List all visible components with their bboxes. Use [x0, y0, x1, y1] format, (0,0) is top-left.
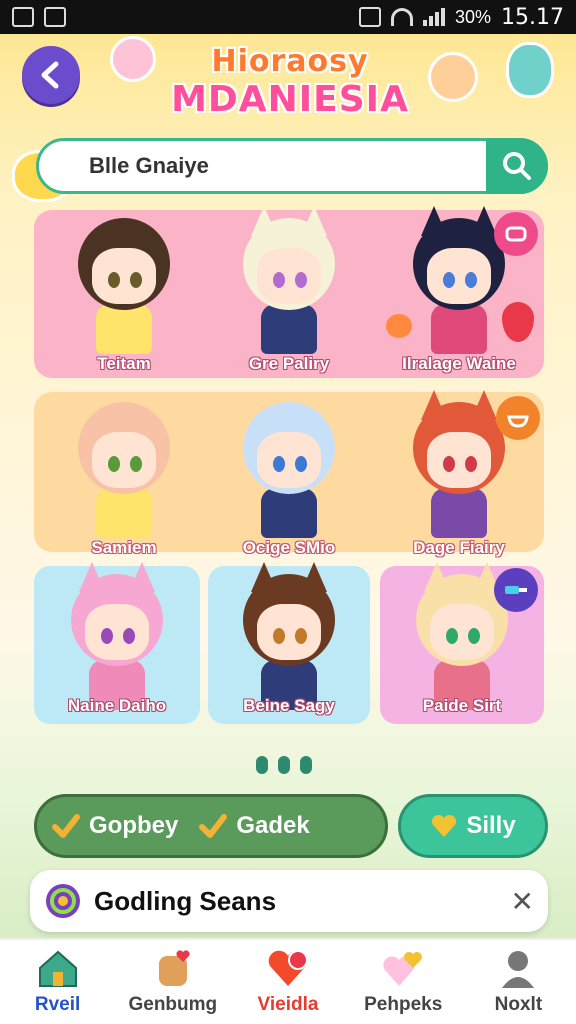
category-label: Silly — [466, 812, 516, 839]
status-bar: 30% 15.17 — [0, 0, 576, 34]
nav-item-pehpeks[interactable]: Pehpeks — [346, 940, 461, 1024]
character-name: Ilralage Waine — [402, 354, 516, 373]
category-button-gadek[interactable]: Gadek — [198, 811, 310, 841]
category-label: Gopbey — [89, 812, 179, 839]
character-card[interactable]: Gre Paliry — [209, 206, 369, 378]
cookie-sticker-icon — [428, 52, 478, 102]
character-card[interactable]: Teitam — [44, 210, 204, 378]
character-name: Naine Daiho — [67, 696, 167, 715]
bottom-navigation: Rveil Genbumg Vieidla Pehpeks Noxlt — [0, 938, 576, 1024]
clock: 15.17 — [501, 4, 564, 30]
check-icon — [52, 814, 80, 838]
heart-icon — [386, 314, 412, 338]
nav-label: Vieidla — [257, 994, 319, 1015]
character-name: Paide Sirt — [422, 696, 502, 715]
character-name: Samiem — [91, 538, 157, 557]
hearts-icon — [383, 952, 423, 986]
category-group: Gopbey Gadek — [34, 794, 388, 858]
character-name: Gre Paliry — [248, 354, 330, 373]
search-icon — [503, 152, 531, 180]
character-row-2: Samiem Ocige SMio Dage Fiairy — [34, 390, 544, 557]
close-icon[interactable]: ✕ — [511, 885, 534, 918]
bowl-icon — [507, 415, 529, 428]
category-button-silly[interactable]: Silly — [398, 794, 548, 858]
nav-label: Genbumg — [128, 994, 218, 1015]
nav-label: Rveil — [34, 994, 81, 1015]
character-name: Beine Sagy — [243, 696, 335, 715]
page-dot[interactable] — [300, 756, 312, 774]
boy-sticker-icon — [506, 42, 554, 98]
strawberry-icon — [502, 302, 534, 342]
title-line-2: MDANIESIA — [171, 79, 409, 120]
search-bar — [36, 138, 548, 194]
character-row-1: Teitam Gre Paliry Ilralage Waine — [34, 206, 544, 378]
character-card[interactable]: Beine Sagy — [208, 562, 370, 724]
nav-item-home[interactable]: Rveil — [0, 940, 115, 1024]
bowl-tag-button[interactable] — [496, 396, 540, 440]
page-indicator — [256, 756, 312, 774]
brush-tag-button[interactable] — [494, 568, 538, 612]
character-name: Dage Fiairy — [413, 538, 505, 557]
notification-banner[interactable]: Godling Seans ✕ — [30, 870, 548, 932]
back-button[interactable] — [22, 46, 80, 104]
search-input[interactable] — [89, 153, 469, 179]
character-card[interactable]: Naine Daiho — [34, 562, 200, 724]
nav-label: Pehpeks — [364, 994, 443, 1015]
search-button[interactable] — [486, 138, 548, 194]
heart-badge-icon — [268, 950, 308, 986]
favorite-tag-button[interactable] — [494, 212, 538, 256]
house-icon — [38, 950, 77, 987]
chevron-left-icon — [41, 61, 59, 89]
profile-icon — [502, 951, 535, 988]
signal-icon — [422, 8, 445, 26]
character-card[interactable]: Samiem — [44, 392, 204, 557]
heart-icon — [432, 814, 457, 837]
character-name: Ocige SMio — [242, 538, 336, 557]
nav-label: Noxlt — [494, 994, 543, 1015]
character-card[interactable]: Ocige SMio — [209, 392, 369, 557]
character-card[interactable]: Paide Sirt — [380, 562, 544, 724]
wifi-icon — [390, 8, 413, 26]
category-label: Gadek — [236, 812, 310, 839]
page-dot[interactable] — [256, 756, 268, 774]
page-dot[interactable] — [278, 756, 290, 774]
notification-label: Godling Seans — [94, 885, 277, 916]
battery-percent: 30% — [454, 6, 492, 27]
toast-heart-icon — [158, 950, 190, 986]
tag-icon — [505, 226, 527, 242]
title-line-1: Hioraosy — [211, 44, 369, 79]
category-button-gopbey[interactable]: Gopbey — [51, 811, 178, 841]
spiral-app-icon — [46, 884, 80, 918]
sd-card-icon — [12, 7, 34, 27]
check-icon — [199, 814, 228, 838]
vibrate-icon — [358, 7, 381, 27]
nav-item-noxlt[interactable]: Noxlt — [461, 940, 576, 1024]
image-icon — [44, 7, 66, 27]
app-title: Hioraosy MDANIESIA — [150, 44, 430, 120]
nav-item-vieidla[interactable]: Vieidla — [230, 940, 345, 1024]
nav-item-genbumg[interactable]: Genbumg — [115, 940, 230, 1024]
brush-icon — [505, 586, 527, 594]
character-name: Teitam — [97, 354, 151, 373]
